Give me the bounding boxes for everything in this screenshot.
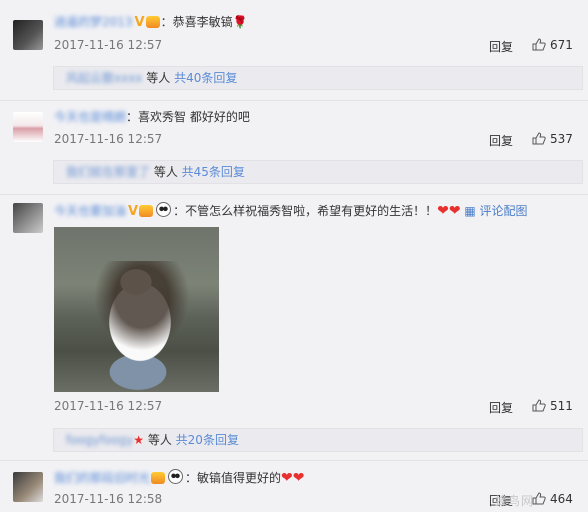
divider (0, 194, 588, 195)
user-avatar[interactable] (13, 203, 43, 233)
username-link[interactable]: 今天也要加油 (54, 204, 126, 218)
divider (0, 460, 588, 461)
reply-summary[interactable]: 风起云散xxxx 等人 共40条回复 (53, 66, 583, 90)
username-link[interactable]: 我们的那段旧时光 (54, 471, 150, 485)
heart-emoji-icon: ❤❤ (281, 470, 305, 486)
panda-emoji-icon (156, 202, 172, 217)
user-avatar[interactable] (13, 112, 43, 142)
like-count: 464 (550, 492, 573, 506)
reply-username[interactable]: 我们就在那里了 (66, 165, 150, 179)
comment-photo[interactable] (54, 227, 219, 392)
like-button[interactable]: 464 (532, 492, 573, 506)
heart-emoji-icon: ❤❤ (437, 203, 461, 219)
comment-text: ：敏镐值得更好的 (185, 471, 282, 485)
comment-header: 今天也是晴朗：喜欢秀智 都好好的吧 (54, 108, 250, 126)
reply-button[interactable]: 回复 (489, 38, 513, 55)
like-count: 537 (550, 132, 573, 146)
thumbs-up-icon (532, 399, 546, 412)
thumbs-up-icon (532, 492, 546, 505)
reply-button[interactable]: 回复 (489, 399, 513, 416)
reply-count-link[interactable]: 共45条回复 (182, 165, 245, 179)
watermark: 蜂鸟网 (495, 494, 535, 508)
user-avatar[interactable] (13, 472, 43, 502)
reply-summary[interactable]: 我们就在那里了 等人 共45条回复 (53, 160, 583, 184)
comment-text: ：喜欢秀智 都好好的吧 (126, 110, 250, 124)
comment-date: 2017-11-16 12:57 (54, 132, 163, 146)
thumbs-up-icon (532, 132, 546, 145)
crown-badge-icon (151, 472, 166, 484)
comment-header: 我们的那段旧时光 ：敏镐值得更好的❤❤ (54, 469, 305, 487)
divider (0, 100, 588, 101)
star-icon: ★ (133, 433, 145, 447)
reply-button[interactable]: 回复 (489, 132, 513, 149)
crown-badge-icon (139, 205, 154, 217)
comment-date: 2017-11-16 12:57 (54, 38, 163, 52)
panda-emoji-icon (168, 469, 184, 484)
user-avatar[interactable] (13, 20, 43, 50)
comment-header: 逍遥的梦2013 V ：恭喜李敏镐🌹 (54, 13, 248, 32)
username-link[interactable]: 今天也是晴朗 (54, 110, 126, 124)
comment-image-link[interactable]: ▦ 评论配图 (464, 204, 527, 218)
reply-username[interactable]: 风起云散xxxx (66, 71, 142, 85)
like-button[interactable]: 537 (532, 132, 573, 146)
like-button[interactable]: 671 (532, 38, 573, 52)
crown-badge-icon (145, 16, 160, 28)
reply-count-link[interactable]: 共40条回复 (174, 71, 237, 85)
reply-summary[interactable]: foogyfoogy★ 等人 共20条回复 (53, 428, 583, 452)
like-button[interactable]: 511 (532, 399, 573, 413)
verified-v-icon: V (134, 15, 145, 30)
reply-username[interactable]: foogyfoogy (66, 433, 133, 447)
like-count: 671 (550, 38, 573, 52)
comment-text: ：恭喜李敏镐 (160, 15, 233, 29)
comment-text: ：不管怎么样祝福秀智啦，希望有更好的生活！！ (173, 204, 438, 218)
reply-count-link[interactable]: 共20条回复 (176, 433, 239, 447)
rose-emoji-icon: 🌹 (232, 15, 248, 29)
comment-date: 2017-11-16 12:57 (54, 399, 163, 413)
comment-header: 今天也要加油 V ：不管怎么样祝福秀智啦，希望有更好的生活！！❤❤ ▦ 评论配图 (54, 202, 528, 221)
thumbs-up-icon (532, 38, 546, 51)
like-count: 511 (550, 399, 573, 413)
username-link[interactable]: 逍遥的梦2013 (54, 15, 133, 29)
comment-date: 2017-11-16 12:58 (54, 492, 163, 506)
verified-v-icon: V (128, 204, 139, 219)
